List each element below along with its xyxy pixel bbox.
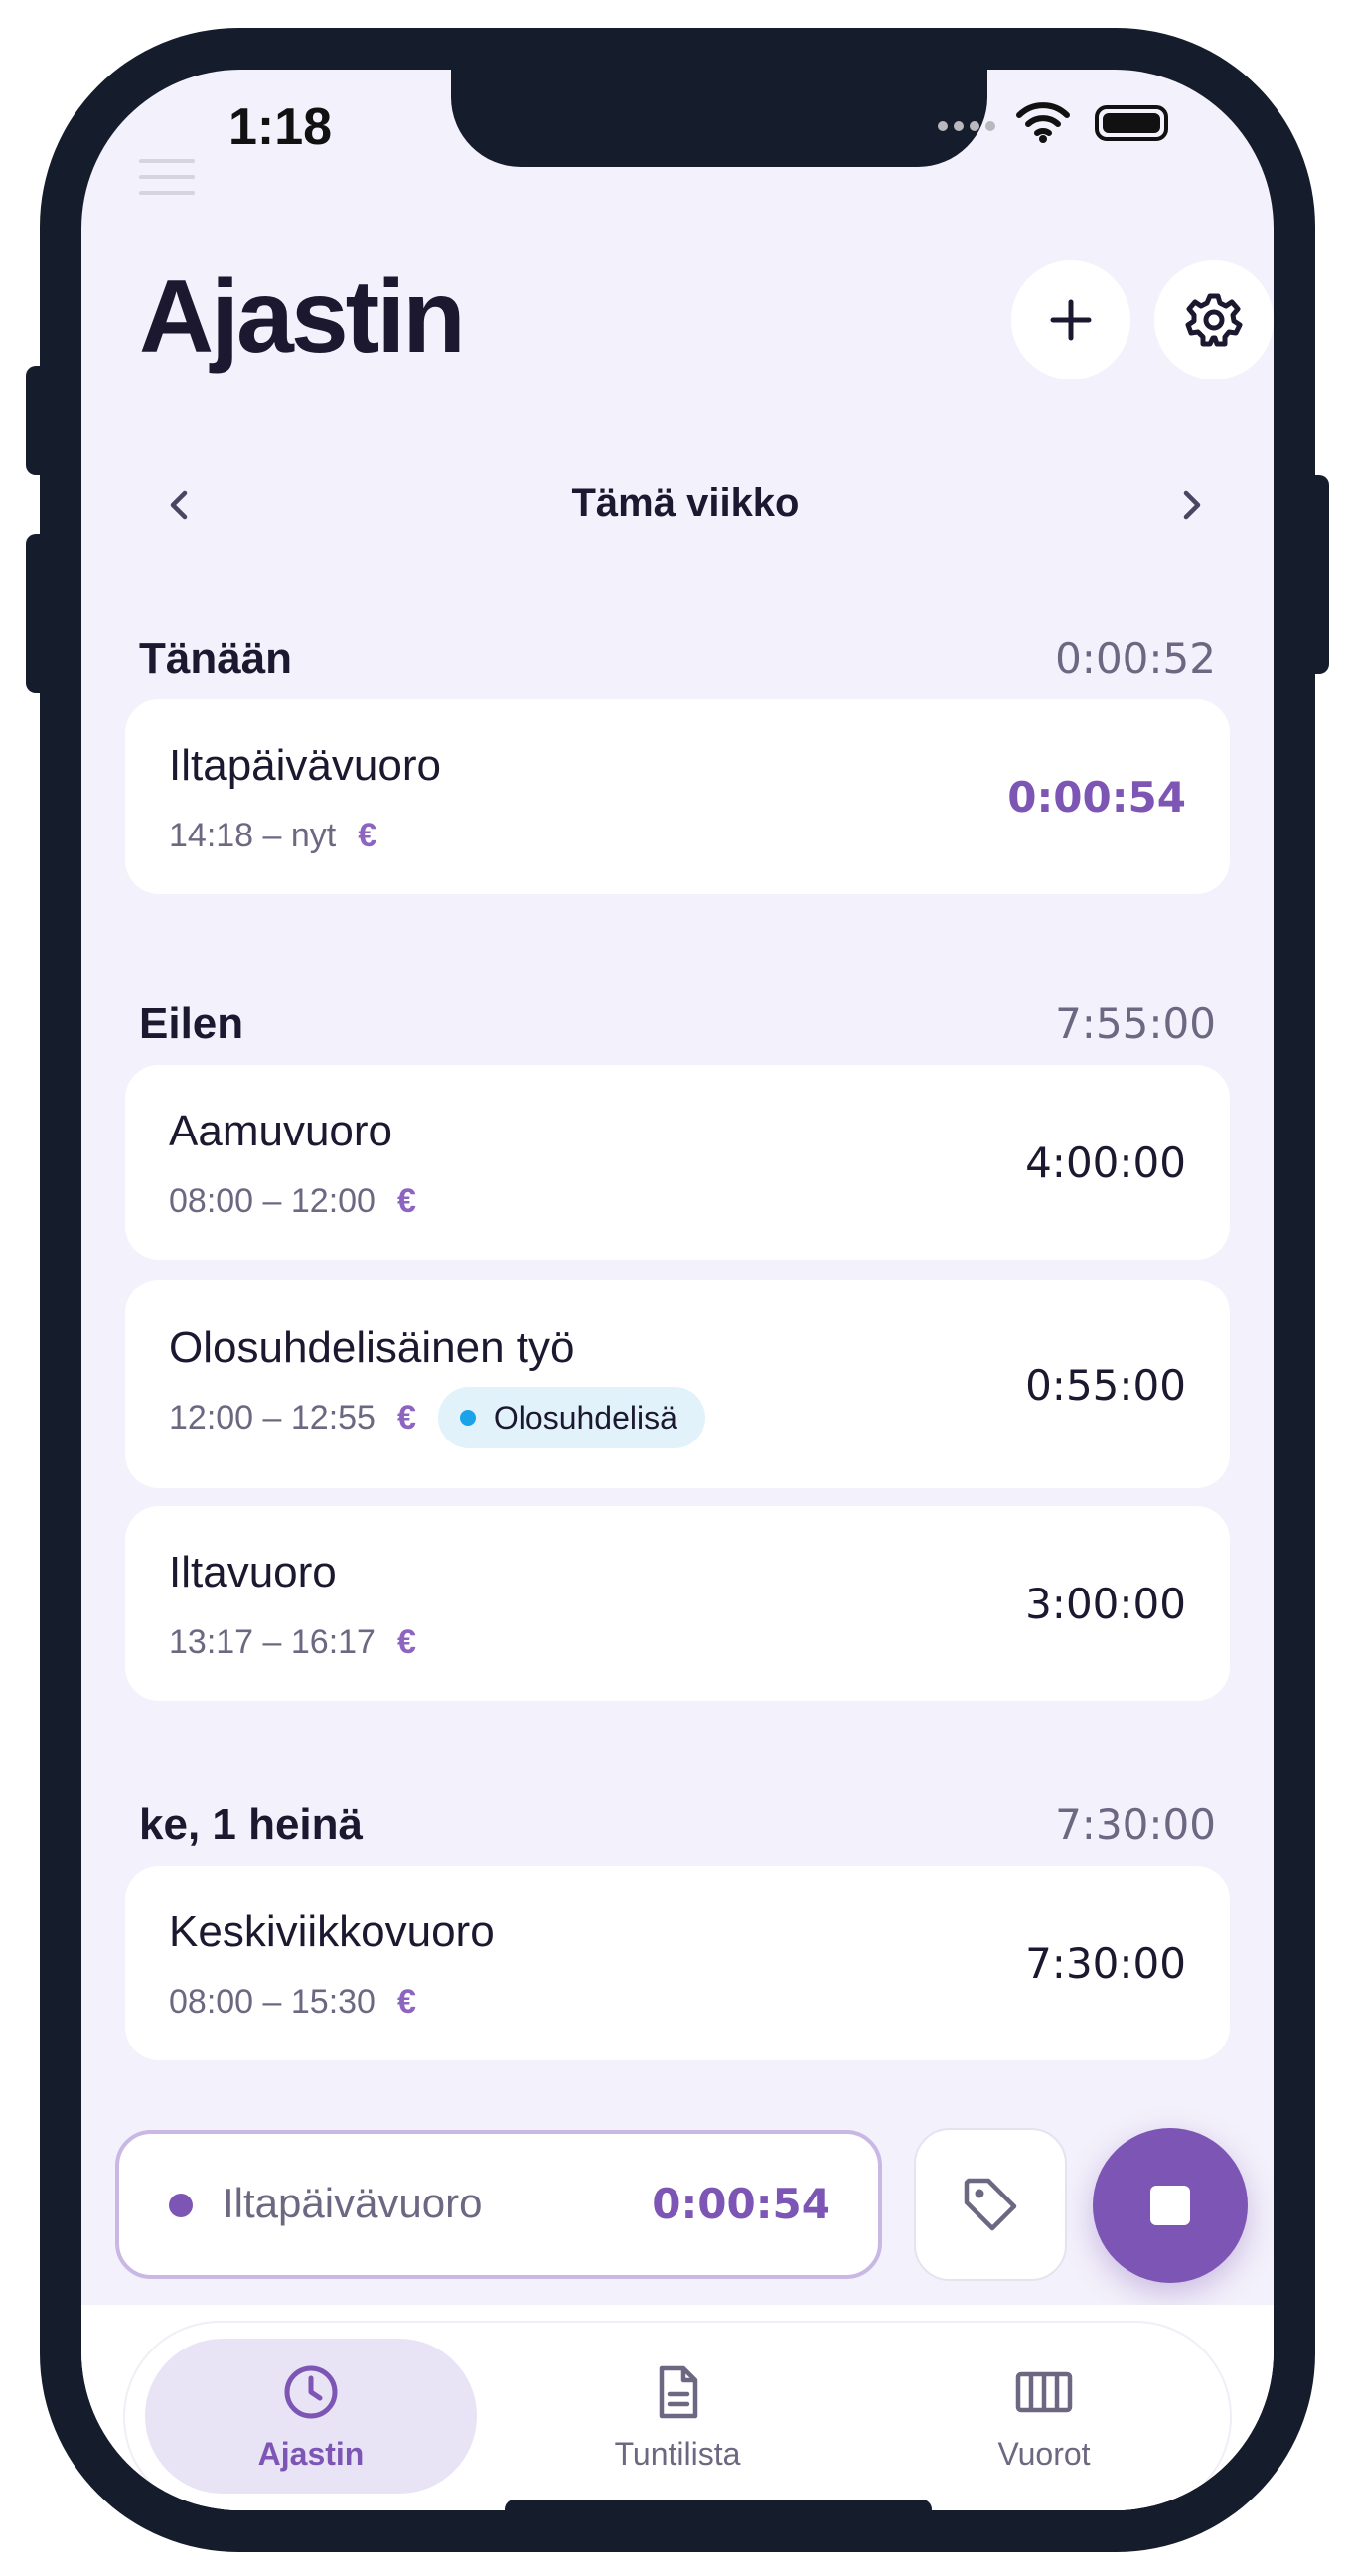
- running-timer[interactable]: Iltapäivävuoro 0:00:54: [115, 2130, 882, 2279]
- stop-icon: [1150, 2186, 1190, 2225]
- tab-label: Ajastin: [257, 2436, 365, 2472]
- entry-name: Aamuvuoro: [169, 1107, 393, 1155]
- running-entry-name: Iltapäivävuoro: [223, 2180, 483, 2226]
- side-button: [26, 366, 46, 475]
- tab-label: Vuorot: [997, 2436, 1091, 2472]
- side-button: [1309, 475, 1329, 674]
- billable-euro-icon: €: [396, 1983, 416, 2021]
- section-title-date: ke, 1 heinä: [139, 1800, 364, 1849]
- entry-name: Iltavuoro: [169, 1548, 337, 1596]
- columns-icon: [1015, 2371, 1073, 2413]
- tag-chip[interactable]: Olosuhdelisä: [437, 1387, 705, 1448]
- entry-duration: 4:00:00: [1025, 1138, 1186, 1187]
- clock-icon: [284, 2365, 338, 2419]
- entry-time: 08:00 – 15:30: [169, 1983, 376, 2021]
- week-label: Tämä viikko: [571, 481, 800, 525]
- time-entry-card[interactable]: Aamuvuoro 08:00 – 12:00 € 4:00:00: [125, 1065, 1230, 1260]
- entry-name: Iltapäivävuoro: [169, 741, 441, 790]
- phone-frame: 1:18 Ajastin Tämä viikko Tänään 0:00:52 …: [26, 28, 1329, 2552]
- entry-time-row: 12:00 – 12:55 € Olosuhdelisä: [169, 1387, 705, 1448]
- entry-time-row: 08:00 – 15:30 €: [169, 1983, 416, 2022]
- entry-duration: 7:30:00: [1025, 1939, 1186, 1988]
- entry-time: 13:17 – 16:17: [169, 1623, 376, 1661]
- billable-euro-icon: €: [396, 1623, 416, 1661]
- entry-time: 14:18 – nyt: [169, 817, 337, 854]
- week-navigator: Tämä viikko: [139, 467, 1232, 546]
- running-dot-icon: [169, 2194, 193, 2217]
- entry-duration: 3:00:00: [1025, 1580, 1186, 1628]
- entry-time-row: 08:00 – 12:00 €: [169, 1182, 416, 1221]
- page-title: Ajastin: [139, 259, 466, 375]
- chevron-right-icon[interactable]: [1172, 485, 1212, 525]
- signal-dots: [938, 121, 995, 131]
- tag-icon: [964, 2178, 1017, 2231]
- section-total-date: 7:30:00: [1055, 1800, 1216, 1849]
- billable-euro-icon: €: [396, 1182, 416, 1220]
- tag-dot-icon: [459, 1410, 476, 1426]
- time-entry-card[interactable]: Olosuhdelisäinen työ 12:00 – 12:55 € Olo…: [125, 1280, 1230, 1488]
- entry-time: 08:00 – 12:00: [169, 1182, 376, 1220]
- section-total-yesterday: 7:55:00: [1055, 999, 1216, 1048]
- entry-time-row: 13:17 – 16:17 €: [169, 1623, 416, 1662]
- entry-name: Keskiviikkovuoro: [169, 1907, 495, 1956]
- menu-handle-icon: [139, 159, 195, 207]
- notch: [451, 70, 987, 167]
- tab-vuorot[interactable]: Vuorot: [878, 2339, 1210, 2494]
- entry-name: Olosuhdelisäinen työ: [169, 1323, 575, 1372]
- tab-ajastin[interactable]: Ajastin: [145, 2339, 477, 2494]
- wifi-icon: [1016, 102, 1070, 143]
- running-entry-time: 0:00:54: [652, 2180, 830, 2228]
- plus-icon: [1050, 299, 1092, 341]
- add-button[interactable]: [1011, 260, 1130, 379]
- entry-duration: 0:55:00: [1025, 1361, 1186, 1410]
- time-entry-card[interactable]: Iltavuoro 13:17 – 16:17 € 3:00:00: [125, 1506, 1230, 1701]
- entry-time: 12:00 – 12:55: [169, 1398, 376, 1437]
- billable-euro-icon: €: [358, 817, 377, 854]
- billable-euro-icon: €: [396, 1398, 416, 1437]
- stop-button[interactable]: [1093, 2128, 1248, 2283]
- tab-tuntilista[interactable]: Tuntilista: [512, 2339, 843, 2494]
- gear-icon: [1185, 293, 1243, 347]
- entry-time-row: 14:18 – nyt €: [169, 817, 376, 855]
- home-indicator: [505, 2500, 932, 2510]
- battery-icon: [1095, 105, 1168, 141]
- section-title-today: Tänään: [139, 634, 293, 682]
- app-screen: 1:18 Ajastin Tämä viikko Tänään 0:00:52 …: [81, 70, 1274, 2510]
- time-entry-card[interactable]: Keskiviikkovuoro 08:00 – 15:30 € 7:30:00: [125, 1866, 1230, 2060]
- status-time: 1:18: [228, 98, 333, 156]
- settings-button[interactable]: [1154, 260, 1274, 379]
- document-icon: [659, 2365, 698, 2419]
- tab-label: Tuntilista: [614, 2436, 741, 2472]
- side-button: [26, 534, 46, 693]
- time-entry-card[interactable]: Iltapäivävuoro 14:18 – nyt € 0:00:54: [125, 699, 1230, 894]
- tag-button[interactable]: [914, 2128, 1067, 2281]
- section-title-yesterday: Eilen: [139, 999, 244, 1048]
- tab-bar: Ajastin Tuntilista Vuorot: [125, 2323, 1230, 2510]
- section-total-today: 0:00:52: [1055, 634, 1216, 682]
- tag-label: Olosuhdelisä: [493, 1399, 677, 1436]
- entry-duration: 0:00:54: [1007, 773, 1186, 822]
